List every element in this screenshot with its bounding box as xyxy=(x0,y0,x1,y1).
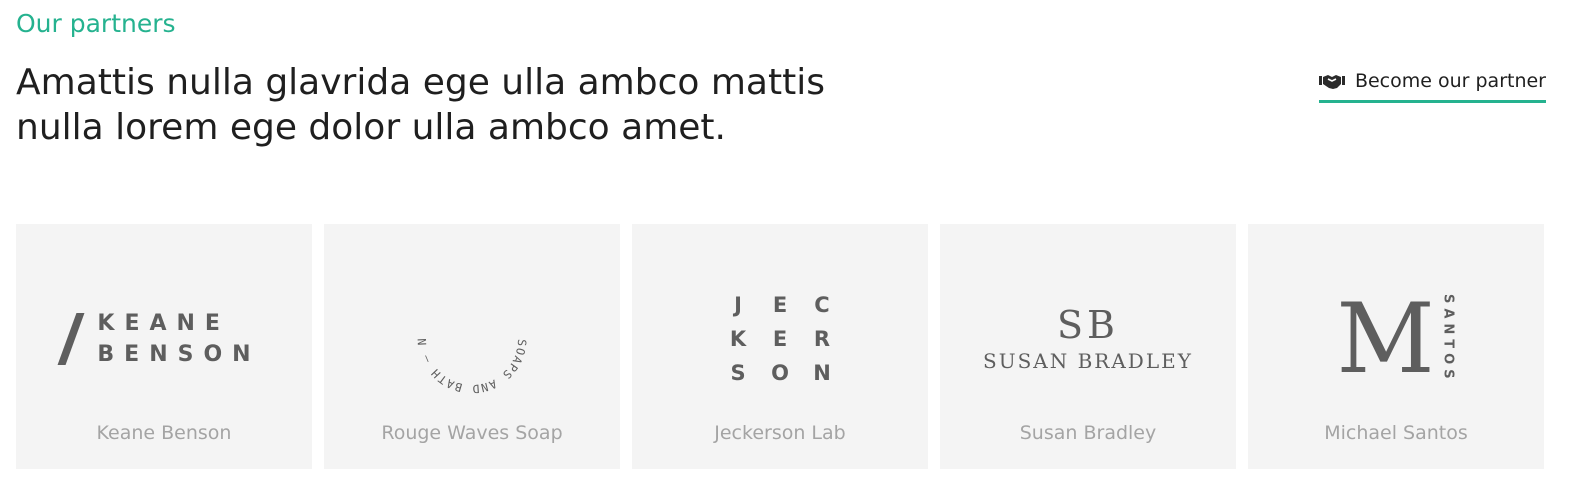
logo-letter: S xyxy=(730,361,746,385)
section-headline: Amattis nulla glavrida ege ulla ambco ma… xyxy=(16,62,825,148)
partner-cards: KEANE BENSON Keane Benson SOAPS AND BATH… xyxy=(16,224,1544,469)
logo-wordmark: SUSAN BRADLEY xyxy=(983,349,1193,373)
slash-mark xyxy=(57,313,85,365)
logo-letter: O xyxy=(771,361,789,385)
logo-initial: M xyxy=(1336,283,1435,395)
become-partner-button[interactable]: Become our partner xyxy=(1318,64,1546,103)
logo-letter: N xyxy=(813,361,831,385)
logo-letter: J xyxy=(734,293,742,317)
rouge-waves-logo: SOAPS AND BATH – NEW YORK – ROGUE WAVES xyxy=(324,274,620,396)
partner-name: Rouge Waves Soap xyxy=(381,422,563,444)
partner-name: Michael Santos xyxy=(1324,422,1468,444)
logo-ring-text: SOAPS AND BATH – NEW YORK – ROGUE WAVES xyxy=(407,274,528,396)
logo-letter: K xyxy=(729,327,747,351)
partner-name: Jeckerson Lab xyxy=(714,422,846,444)
partner-card-michael-santos[interactable]: M SANTOS Michael Santos xyxy=(1248,224,1544,469)
jeckerson-logo: J E C K E R S O N xyxy=(632,284,928,394)
partner-name: Keane Benson xyxy=(96,422,232,444)
logo-line-2: BENSON xyxy=(97,342,261,367)
keane-benson-logo: KEANE BENSON xyxy=(16,284,312,394)
logo-monogram: SB xyxy=(1057,303,1119,347)
logo-line-1: KEANE xyxy=(97,311,230,336)
partner-card-rouge-waves-soap[interactable]: SOAPS AND BATH – NEW YORK – ROGUE WAVES … xyxy=(324,224,620,469)
logo-side-text: SANTOS xyxy=(1440,294,1456,384)
partner-card-keane-benson[interactable]: KEANE BENSON Keane Benson xyxy=(16,224,312,469)
partner-card-jeckerson-lab[interactable]: J E C K E R S O N Jeckerson Lab xyxy=(632,224,928,469)
logo-letter: R xyxy=(813,327,831,351)
eyebrow-label: Our partners xyxy=(16,9,176,38)
handshake-icon xyxy=(1318,71,1345,91)
logo-letter: E xyxy=(772,293,788,317)
logo-letter: C xyxy=(814,293,830,317)
partner-card-susan-bradley[interactable]: SB SUSAN BRADLEY Susan Bradley xyxy=(940,224,1236,469)
logo-letter: E xyxy=(772,327,788,351)
michael-santos-logo: M SANTOS xyxy=(1248,284,1544,394)
svg-text:SOAPS AND BATH – NEW YORK – RO: SOAPS AND BATH – NEW YORK – ROGUE WAVES xyxy=(407,274,529,396)
susan-bradley-logo: SB SUSAN BRADLEY xyxy=(940,284,1236,394)
become-partner-label: Become our partner xyxy=(1354,70,1546,92)
partner-name: Susan Bradley xyxy=(1019,422,1157,444)
